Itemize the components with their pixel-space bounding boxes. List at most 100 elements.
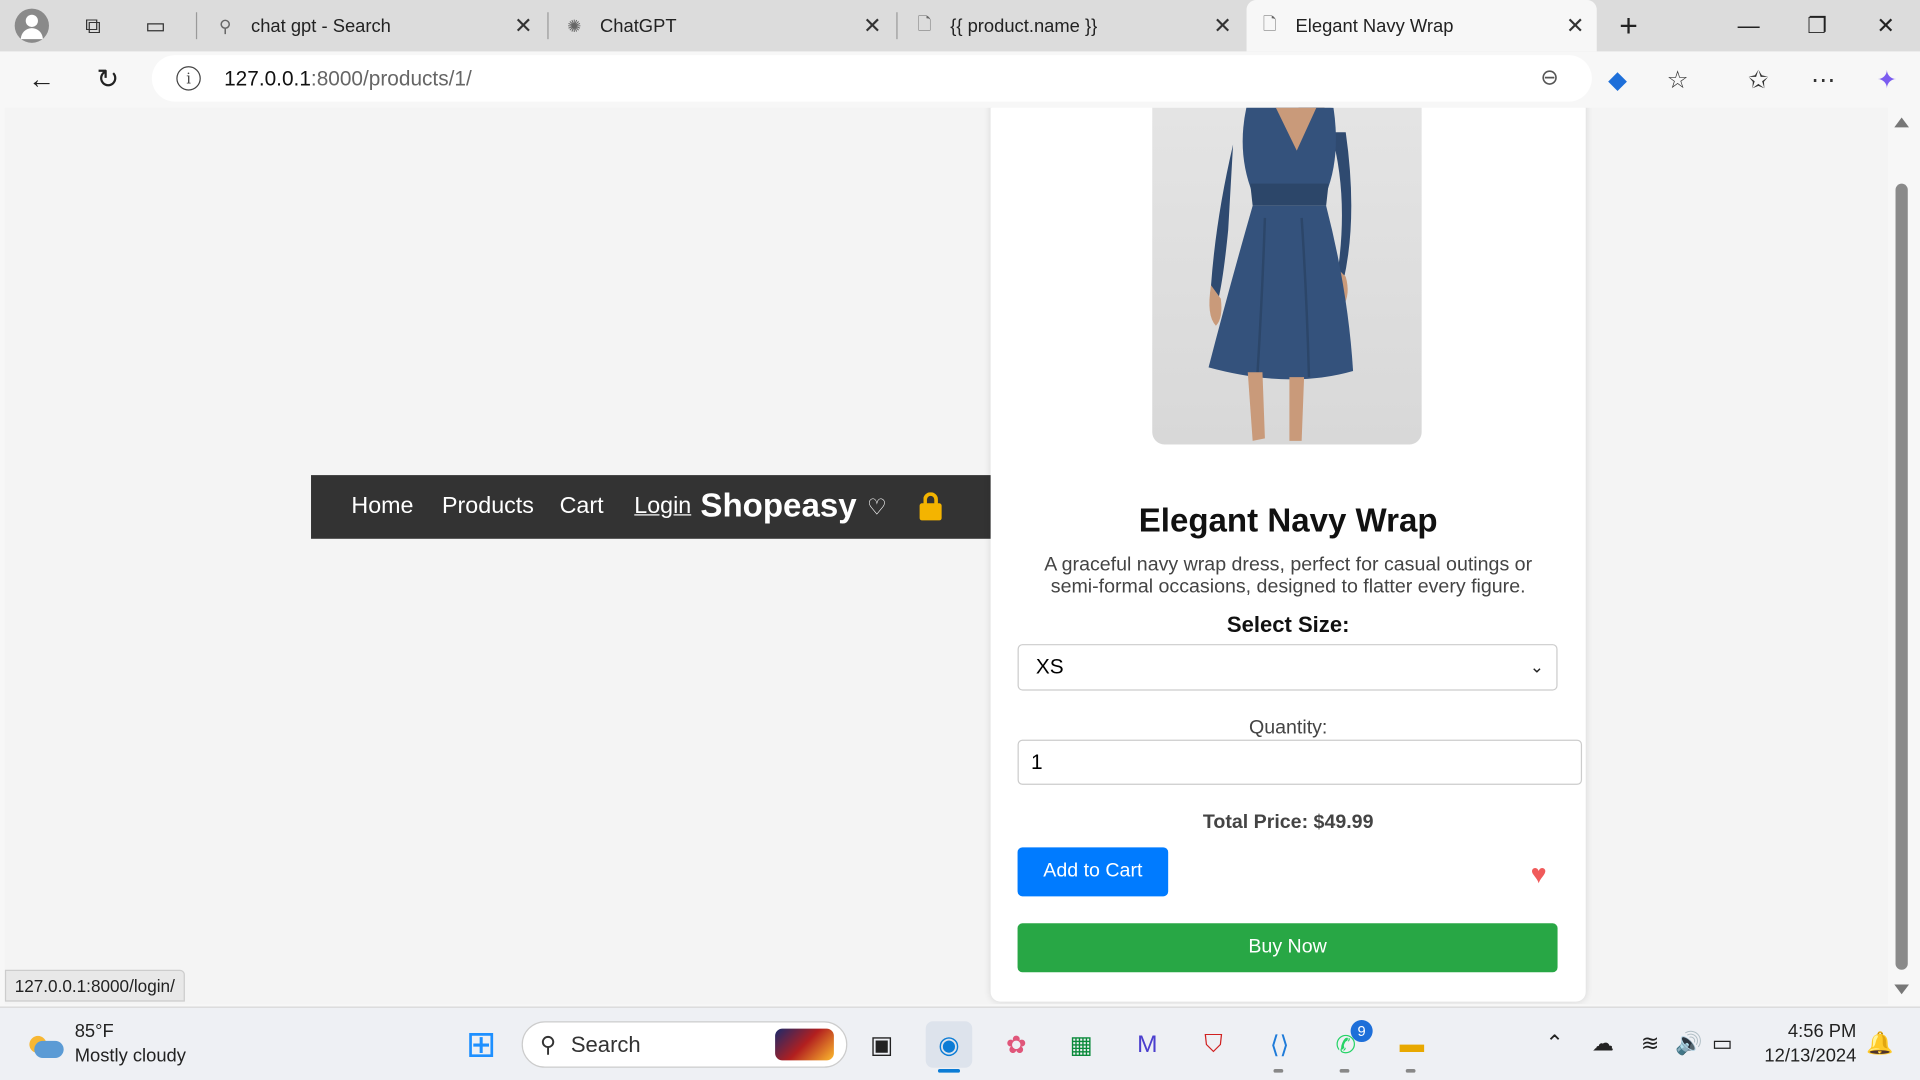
weather-widget[interactable]: 85°F Mostly cloudy [27,1020,186,1069]
favorites-button[interactable]: ✩ [1738,61,1780,98]
status-url: 127.0.0.1:8000/login/ [4,969,185,1002]
back-arrow-icon: ← [28,63,56,95]
page-icon: 🗋 [917,13,932,34]
nav-cart-link[interactable]: Cart [560,493,604,520]
site-info-icon[interactable]: i [176,66,201,91]
close-icon: ✕ [1876,12,1895,38]
close-window-button[interactable]: ✕ [1851,0,1920,51]
close-icon[interactable]: ✕ [863,13,881,39]
task-view-button[interactable]: ▣ [858,1021,905,1068]
back-button[interactable]: ← [21,61,63,98]
shopping-tag-button[interactable]: ◆ [1597,61,1639,98]
volume-icon[interactable]: 🔊 [1675,1031,1702,1057]
copilot-icon: ✦ [1876,66,1898,94]
url-text[interactable]: 127.0.0.1:8000/products/1/ [224,67,472,91]
edge-button[interactable]: ◉ [925,1021,973,1068]
add-to-cart-button[interactable]: Add to Cart [1017,847,1169,897]
nav-login-link[interactable]: Login [634,493,691,520]
refresh-icon: ↻ [96,63,120,95]
wishlist-heart-icon[interactable]: ♥ [1531,858,1547,890]
minimize-icon: — [1737,12,1760,38]
folder-icon: ▬ [1399,1030,1425,1058]
refresh-button[interactable]: ↻ [87,61,129,98]
tab-title: ChatGPT [600,15,677,37]
taskbar-search[interactable]: ⚲ Search [521,1021,848,1068]
profile-button[interactable] [12,7,51,44]
product-title: Elegant Navy Wrap [1138,502,1438,539]
profile-icon [14,8,49,43]
search-icon: ⚲ [219,15,232,35]
search-placeholder: Search [570,1031,641,1057]
quantity-value: 1 [1031,750,1043,774]
tab-chatgpt[interactable]: ✺ ChatGPT ✕ [551,0,894,51]
windows-icon: ⊞ [465,1024,497,1065]
workspaces-icon: ⧉ [85,12,101,38]
nav-home-link[interactable]: Home [351,493,413,520]
shop-navbar: Home Products Cart Login Shopeasy ♡ [311,475,992,539]
copilot-icon: ✿ [1006,1031,1027,1059]
star-icon: ☆ [1666,66,1689,94]
copilot-app-button[interactable]: ✿ [993,1021,1040,1068]
tab-actions-icon: ▭ [145,12,166,38]
buy-now-button[interactable]: Buy Now [1017,923,1558,973]
start-button[interactable]: ⊞ [458,1021,505,1068]
size-label: Select Size: [1226,612,1350,637]
new-tab-button[interactable]: + [1594,0,1663,51]
minimize-button[interactable]: — [1714,0,1783,51]
more-icon: ⋯ [1811,66,1836,94]
product-description: A graceful navy wrap dress, perfect for … [1044,554,1533,598]
size-select[interactable]: XS ⌄ [1017,644,1558,691]
notification-bell-icon[interactable]: 🔔 [1866,1031,1893,1057]
notification-badge: 9 [1350,1020,1373,1043]
page-viewport: Home Products Cart Login Shopeasy ♡ Eleg… [4,107,1889,1005]
lock-icon[interactable] [919,492,942,521]
weather-condition: Mostly cloudy [74,1045,186,1067]
scroll-thumb[interactable] [1895,183,1908,970]
nav-products-link[interactable]: Products [442,493,534,520]
time: 4:56 PM [1787,1021,1857,1043]
battery-icon[interactable]: ▭ [1712,1031,1733,1057]
zoom-icon[interactable]: ⊖ [1540,65,1558,91]
favorite-button[interactable]: ☆ [1657,61,1699,98]
address-bar[interactable]: i 127.0.0.1:8000/products/1/ ⊖ [151,55,1592,102]
restore-button[interactable]: ❐ [1783,0,1852,51]
date: 12/13/2024 [1764,1045,1857,1067]
brand-logo[interactable]: Shopeasy [700,487,856,525]
page-icon: 🗋 [1262,13,1277,34]
scroll-up-icon[interactable] [1894,117,1909,128]
copilot-button[interactable]: ✦ [1866,61,1908,98]
clock[interactable]: 4:56 PM 12/13/2024 [1761,1020,1857,1069]
taskbar: 85°F Mostly cloudy ⊞ ⚲ Search ▣ ◉ ✿ ▦ M … [0,1006,1920,1080]
close-icon[interactable]: ✕ [1213,13,1231,39]
tray-overflow-icon[interactable]: ⌃ [1545,1031,1563,1057]
chevron-down-icon: ⌄ [1529,656,1545,676]
close-icon[interactable]: ✕ [514,13,532,39]
heart-outline-icon[interactable]: ♡ [867,495,887,521]
tab-title: chat gpt - Search [251,15,391,37]
tab-elegant-navy-wrap[interactable]: 🗋 Elegant Navy Wrap ✕ [1246,0,1597,52]
onedrive-icon[interactable]: ☁ [1592,1031,1614,1057]
tab-strip: ⧉ ▭ ⚲ chat gpt - Search ✕ ✺ ChatGPT ✕ 🗋 … [0,0,1920,52]
tab-actions-button[interactable]: ▭ [136,7,175,44]
tab-chat-gpt-search[interactable]: ⚲ chat gpt - Search ✕ [202,0,545,51]
vscode-button[interactable]: ⟨⟩ [1256,1021,1303,1068]
store-icon: ▦ [1069,1031,1093,1059]
address-bar-row: ← ↻ i 127.0.0.1:8000/products/1/ ⊖ ◆ ☆ ✩… [0,51,1920,108]
tab-product-name[interactable]: 🗋 {{ product.name }} ✕ [901,0,1244,51]
price-tag-icon: ◆ [1608,66,1627,94]
scroll-down-icon[interactable] [1894,984,1909,995]
temperature: 85°F [74,1021,114,1043]
quantity-label: Quantity: [1248,717,1328,739]
close-icon[interactable]: ✕ [1566,13,1584,39]
app-m-button[interactable]: M [1124,1021,1171,1068]
mcafee-button[interactable]: ⛉ [1190,1021,1237,1068]
more-button[interactable]: ⋯ [1802,61,1844,98]
workspaces-button[interactable]: ⧉ [73,7,112,44]
url-host: 127.0.0.1 [224,67,311,91]
vscode-icon: ⟨⟩ [1270,1031,1290,1059]
store-button[interactable]: ▦ [1058,1021,1105,1068]
page-scrollbar[interactable] [1888,107,1916,1005]
quantity-input[interactable]: 1 [1017,739,1583,785]
file-explorer-button[interactable]: ▬ [1389,1021,1436,1068]
wifi-icon[interactable]: ≋ [1641,1031,1659,1057]
